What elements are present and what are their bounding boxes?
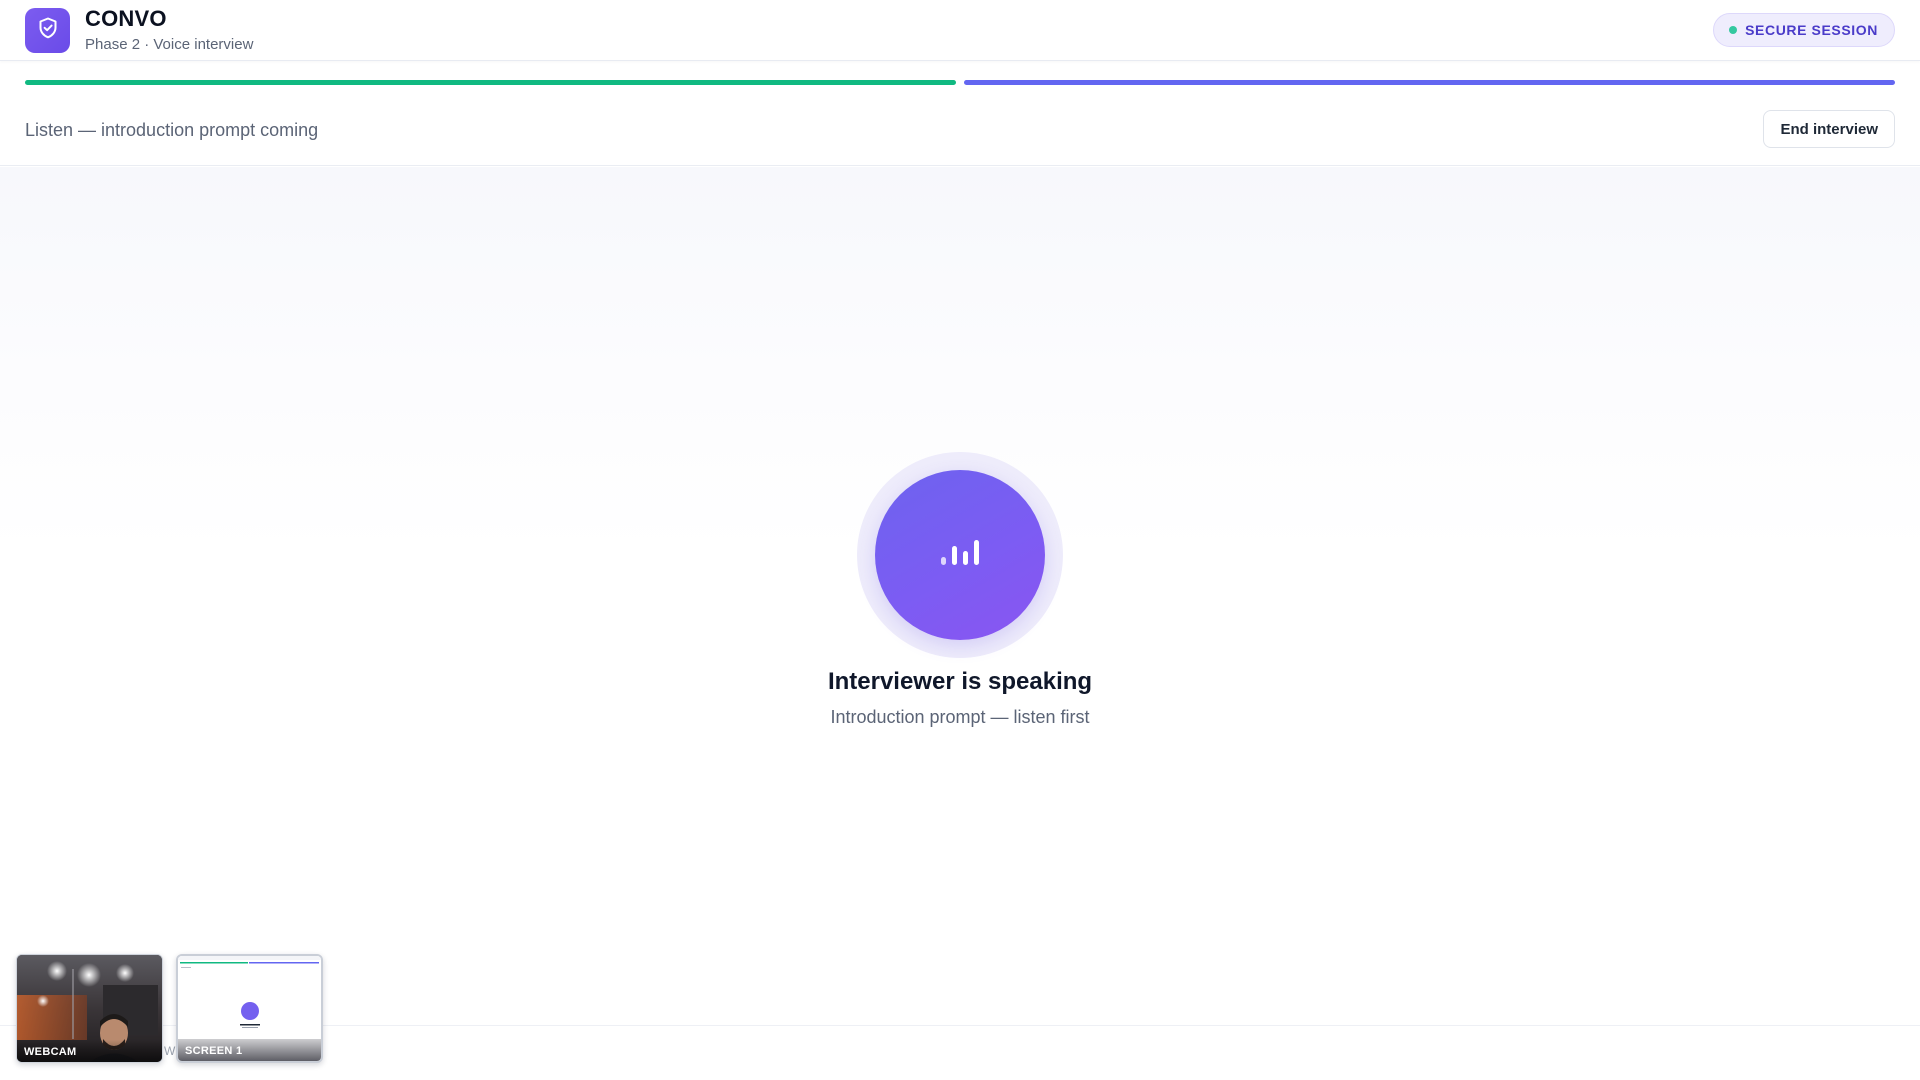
progress-segment-phase-1 (25, 80, 956, 85)
screen-label: SCREEN 1 (178, 1039, 321, 1061)
brand-logo (25, 8, 70, 53)
speaking-title: Interviewer is speaking (827, 668, 1093, 695)
speaking-subtitle: Introduction prompt — listen first (830, 707, 1090, 727)
secure-session-label: SECURE SESSION (1745, 22, 1878, 38)
screen-share-preview: SCREEN 1 (176, 954, 323, 1063)
partial-label: W (164, 1044, 176, 1058)
status-message: Listen — introduction prompt coming (25, 120, 319, 140)
secure-session-badge: SECURE SESSION (1713, 13, 1895, 47)
webcam-preview: WEBCAM (16, 954, 163, 1063)
phase-progress (25, 80, 1895, 85)
end-interview-button[interactable]: End interview (1763, 110, 1895, 148)
app-title: CONVO (85, 6, 167, 31)
webcam-label: WEBCAM (17, 1040, 162, 1062)
status-dot-icon (1729, 26, 1738, 34)
status-bar: Listen — introduction prompt coming End … (0, 98, 1920, 166)
app-header: CONVO Phase 2 · Voice interview SECURE S… (0, 0, 1920, 61)
speaker-orb (875, 470, 1045, 640)
progress-segment-phase-2 (964, 80, 1895, 85)
audio-bars-icon (938, 536, 982, 575)
phase-subtitle: Phase 2 · Voice interview (85, 36, 254, 53)
shield-check-icon (36, 16, 60, 45)
